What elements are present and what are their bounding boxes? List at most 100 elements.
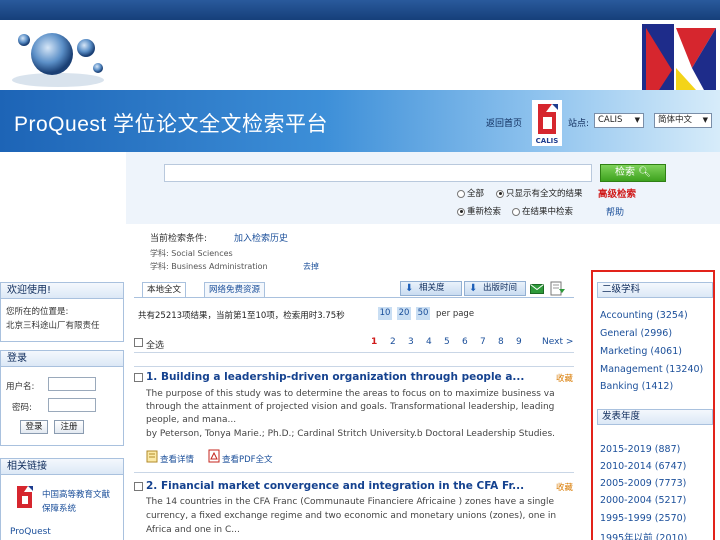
page-1[interactable]: 1 — [371, 337, 377, 347]
criteria-label: 当前检索条件: — [150, 234, 208, 244]
result-abstract-line: currency, a fixed exchange regime and tw… — [146, 511, 557, 521]
proquest-link[interactable]: ProQuest — [10, 527, 51, 537]
radio-button[interactable] — [512, 207, 520, 216]
page-3[interactable]: 3 — [408, 337, 414, 347]
select-all-checkbox[interactable] — [134, 338, 143, 347]
result-title[interactable]: 2. Financial market convergence and inte… — [146, 480, 524, 492]
result-checkbox[interactable] — [134, 482, 143, 491]
sort-relevance-button[interactable]: ⬇ 相关度 — [400, 281, 462, 296]
criteria-subject-2: 学科: Business Administration — [150, 262, 268, 271]
subject-facet-item[interactable]: Management (13240) — [600, 364, 703, 375]
tab-divider — [134, 297, 574, 298]
new-search-option[interactable]: 重新检索 — [457, 205, 501, 217]
related-links-title: 相关链接 — [1, 459, 123, 475]
home-link[interactable]: 返回首页 — [486, 116, 522, 129]
criteria-subject-1: 学科: Social Sciences — [150, 249, 233, 258]
year-facet-title: 发表年度 — [597, 409, 713, 425]
per-page-10[interactable]: 10 — [378, 307, 392, 320]
year-facet-item[interactable]: 2005-2009 (7773) — [600, 478, 686, 489]
calis-text: CALIS — [536, 137, 559, 145]
page-2[interactable]: 2 — [390, 337, 396, 347]
page-9[interactable]: 9 — [516, 337, 522, 347]
arrow-down-icon: ⬇ — [405, 283, 414, 294]
subject-facet-item[interactable]: Accounting (3254) — [600, 310, 688, 321]
search-input[interactable] — [164, 164, 592, 182]
search-button-label: 检索 — [615, 167, 636, 178]
page-6[interactable]: 6 — [462, 337, 468, 347]
cashl-link-line1[interactable]: 中国高等教育文献 — [42, 488, 110, 500]
divider — [134, 352, 574, 353]
favorite-link[interactable]: 收藏 — [556, 372, 573, 384]
search-button[interactable]: 检索 🔍︎ — [600, 164, 666, 182]
email-icon[interactable] — [530, 284, 544, 294]
next-page-link[interactable]: Next > — [542, 337, 573, 347]
year-facet-item[interactable]: 1995年以前 (2010) — [600, 530, 687, 540]
login-button[interactable]: 登录 — [20, 420, 48, 434]
per-page-50[interactable]: 50 — [416, 307, 430, 320]
year-facet-item[interactable]: 2010-2014 (6747) — [600, 461, 686, 472]
radio-button-selected[interactable] — [496, 189, 504, 198]
search-within-option[interactable]: 在结果中检索 — [512, 205, 573, 217]
sort-relevance-label: 相关度 — [419, 283, 445, 293]
username-label: 用户名: — [6, 382, 35, 392]
welcome-title: 欢迎使用! — [1, 283, 123, 299]
site-label: 站点: — [568, 119, 590, 129]
subject-facet-item[interactable]: Marketing (4061) — [600, 346, 682, 357]
password-label: 密码: — [12, 403, 32, 413]
export-icon[interactable] — [550, 281, 566, 296]
calis-icon — [17, 486, 33, 508]
year-facet-item[interactable]: 2000-2004 (5217) — [600, 495, 686, 506]
page-8[interactable]: 8 — [498, 337, 504, 347]
scope-all-option[interactable]: 全部 — [457, 187, 484, 199]
year-facet-item[interactable]: 2015-2019 (887) — [600, 444, 680, 455]
page-5[interactable]: 5 — [444, 337, 450, 347]
language-select-value: 简体中文 — [658, 115, 693, 125]
site-select[interactable]: CALIS ▼ — [594, 113, 644, 128]
view-detail-link[interactable]: 查看详情 — [160, 453, 194, 465]
sort-date-label: 出版时间 — [483, 283, 518, 293]
result-abstract-line: through the attainment of projected visi… — [146, 402, 555, 412]
subject-facet-item[interactable]: Banking (1412) — [600, 381, 673, 392]
new-search-label: 重新检索 — [467, 207, 502, 217]
favorite-link[interactable]: 收藏 — [556, 481, 573, 493]
radio-button-selected[interactable] — [457, 207, 465, 216]
advanced-search-link[interactable]: 高级检索 — [598, 186, 636, 200]
chevron-down-icon: ▼ — [702, 116, 708, 124]
scope-fulltext-option[interactable]: 只显示有全文的结果 — [496, 187, 583, 199]
select-all-label: 全选 — [146, 341, 165, 351]
year-facet-item[interactable]: 1995-1999 (2570) — [600, 513, 686, 524]
radio-button[interactable] — [457, 189, 465, 198]
add-to-history-link[interactable]: 加入检索历史 — [234, 231, 288, 244]
cashl-link-line2[interactable]: 保障系统 — [42, 502, 76, 514]
view-pdf-link[interactable]: 查看PDF全文 — [222, 453, 273, 465]
result-abstract-line: The purpose of this study was to determi… — [146, 389, 555, 399]
result-abstract-line: The 14 countries in the CFA Franc (Commu… — [146, 497, 555, 507]
calis-logo: CALIS — [532, 100, 562, 146]
register-button[interactable]: 注册 — [54, 420, 84, 434]
remove-criteria-link[interactable]: 去掉 — [303, 261, 319, 272]
username-input[interactable] — [48, 377, 96, 391]
page-4[interactable]: 4 — [426, 337, 432, 347]
subject-facet-item[interactable]: General (2996) — [600, 328, 672, 339]
subject-facet-title: 二级学科 — [597, 282, 713, 298]
password-input[interactable] — [48, 398, 96, 412]
per-page-20[interactable]: 20 — [397, 307, 411, 320]
divider — [134, 472, 574, 473]
language-select[interactable]: 简体中文 ▼ — [654, 113, 712, 128]
tab-local-fulltext[interactable]: 本地全文 — [142, 282, 187, 298]
arrow-down-icon: ⬇ — [469, 283, 478, 294]
location-value: 北京三科途山厂有限责任 — [6, 321, 100, 331]
site-select-value: CALIS — [598, 115, 623, 125]
chevron-down-icon: ▼ — [634, 116, 640, 124]
scope-all-label: 全部 — [467, 189, 485, 199]
search-within-label: 在结果中检索 — [522, 207, 574, 217]
help-link[interactable]: 帮助 — [606, 205, 624, 218]
result-author-line: by Peterson, Tonya Marie.; Ph.D.; Cardin… — [146, 429, 555, 439]
result-abstract-line: Africa and one in C... — [146, 525, 240, 535]
tab-web-resources[interactable]: 网络免费资源 — [204, 282, 266, 298]
result-title[interactable]: 1. Building a leadership-driven organiza… — [146, 371, 524, 383]
page-7[interactable]: 7 — [480, 337, 486, 347]
result-checkbox[interactable] — [134, 373, 143, 382]
sort-date-button[interactable]: ⬇ 出版时间 — [464, 281, 526, 296]
scope-fulltext-label: 只显示有全文的结果 — [506, 189, 583, 199]
